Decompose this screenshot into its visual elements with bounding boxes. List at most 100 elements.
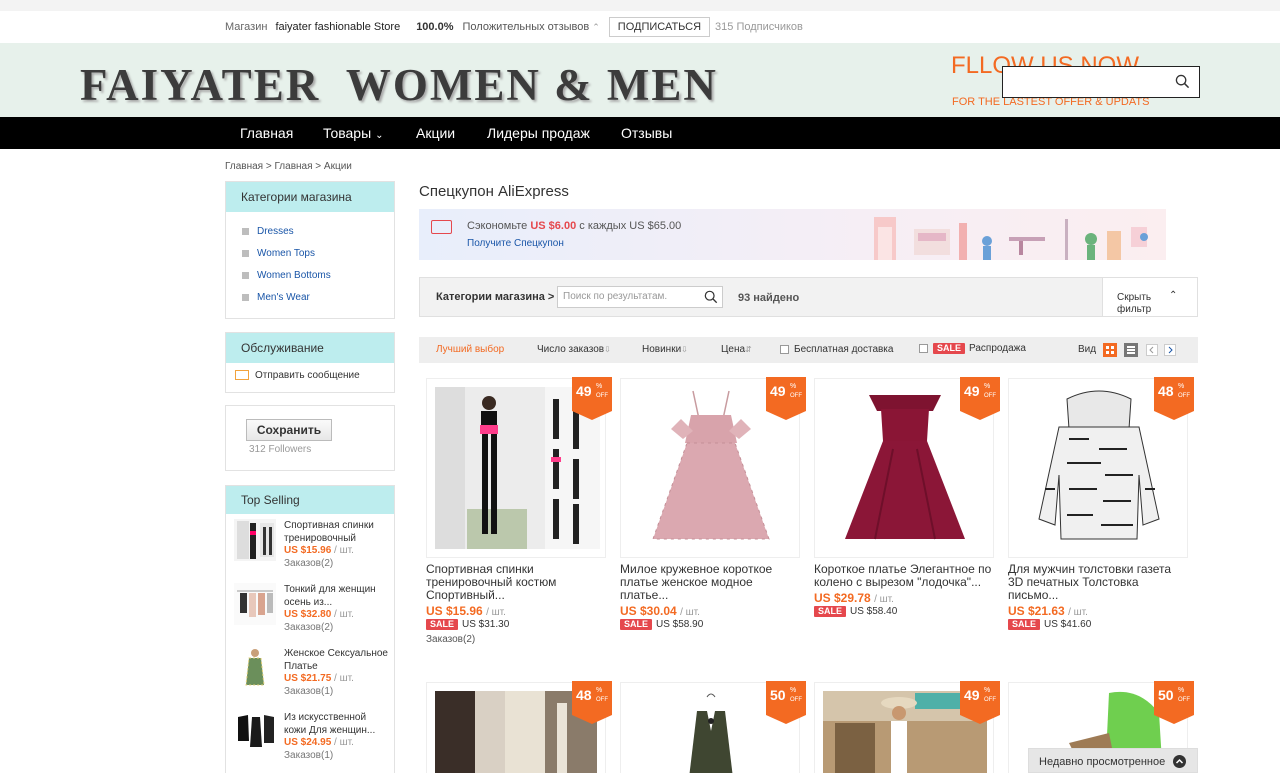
store-brand-logo[interactable]: FAIYATER WOMEN & MEN: [80, 59, 718, 111]
free-shipping-filter[interactable]: Бесплатная доставка: [780, 344, 893, 355]
sale-filter[interactable]: SALE Распродажа: [919, 343, 1026, 354]
grid-view-icon[interactable]: [1103, 343, 1117, 357]
sale-checkbox[interactable]: [919, 343, 928, 353]
product-old-price: SALE US $31.30: [426, 619, 509, 630]
free-shipping-checkbox[interactable]: [780, 344, 789, 354]
view-label: Вид: [1078, 344, 1097, 355]
category-women-bottoms[interactable]: Women Bottoms: [242, 270, 331, 281]
chevron-up-icon: ⌃: [1169, 290, 1178, 301]
product-title[interactable]: Милое кружевное короткое платье женское …: [620, 563, 800, 602]
top-selling-title-text[interactable]: Тонкий для женщин осень из...: [284, 583, 388, 609]
nav-products-label: Товары: [323, 125, 372, 141]
results-count: 93 найдено: [738, 292, 800, 304]
svg-text:OFF: OFF: [790, 393, 802, 399]
search-icon[interactable]: [704, 290, 718, 304]
filter-bar: Категории магазина > Поиск по результата…: [419, 277, 1198, 317]
top-selling-title-text[interactable]: Спортивная спинки тренировочный: [284, 519, 388, 545]
top-selling-item[interactable]: Тонкий для женщин осень из... US $32.80 …: [234, 583, 390, 645]
search-in-results-placeholder: Поиск по результатам.: [563, 291, 668, 302]
filter-categories-label[interactable]: Категории магазина >: [436, 291, 554, 303]
banner-search-input[interactable]: [1002, 66, 1200, 98]
svg-text:%: %: [984, 687, 990, 694]
category-label: Dresses: [257, 226, 294, 237]
product-price: US $30.04 / шт.: [620, 604, 700, 618]
top-selling-title-text[interactable]: Из искусственной кожи Для женщин...: [284, 711, 388, 737]
category-mens-wear[interactable]: Men's Wear: [242, 292, 310, 303]
sort-best-match[interactable]: Лучший выбор: [436, 344, 504, 355]
sort-price[interactable]: Цена⇵: [721, 344, 752, 355]
svg-text:%: %: [1178, 383, 1184, 390]
sort-orders[interactable]: Число заказов⇩: [537, 344, 611, 355]
hide-filter-button[interactable]: Скрыть фильтр ⌃: [1102, 278, 1197, 316]
recently-viewed-label: Недавно просмотренное: [1039, 756, 1166, 768]
store-name-link[interactable]: faiyater fashionable Store: [275, 21, 400, 33]
sale-badge: SALE: [933, 343, 966, 354]
sort-arrows-icon: ⇵: [745, 345, 752, 354]
product-card[interactable]: 48% OFF: [426, 681, 612, 773]
product-card[interactable]: 49% OFF Милое кружевное короткое платье ж…: [620, 377, 806, 648]
svg-text:%: %: [596, 383, 602, 390]
discount-badge: 49 % OFF: [766, 377, 806, 420]
top-selling-orders: Заказов(1): [284, 686, 334, 697]
category-label: Men's Wear: [257, 292, 310, 303]
nav-reviews[interactable]: Отзывы: [621, 125, 672, 141]
chevron-up-icon[interactable]: ⌃: [592, 22, 600, 33]
sort-newest[interactable]: Новинки⇩: [642, 344, 688, 355]
positive-feedback-label[interactable]: Положительных отзывов: [463, 21, 590, 33]
product-title[interactable]: Спортивная спинки тренировочный костюм С…: [426, 563, 606, 602]
sidebar-top-selling: Top Selling Спортивная спинки тренировоч…: [225, 485, 395, 773]
nav-home[interactable]: Главная: [240, 125, 293, 141]
store-label: Магазин: [225, 21, 268, 33]
discount-badge: 49 % OFF: [960, 681, 1000, 724]
search-in-results-input[interactable]: Поиск по результатам.: [557, 286, 723, 308]
store-topbar: Магазин faiyater fashionable Store 100.0…: [0, 0, 1280, 43]
list-view-icon[interactable]: [1124, 343, 1138, 357]
product-card[interactable]: 49% OFF Спортивная спинки тренировочный к…: [426, 377, 612, 648]
search-icon[interactable]: [1175, 74, 1190, 89]
hide-filter-label: Скрыть фильтр: [1117, 292, 1152, 315]
svg-text:%: %: [790, 687, 796, 694]
coupon-icon: [431, 220, 452, 234]
top-selling-orders: Заказов(2): [284, 558, 334, 569]
svg-text:48: 48: [576, 687, 592, 703]
sort-orders-label: Число заказов: [537, 344, 605, 355]
category-women-tops[interactable]: Women Tops: [242, 248, 315, 259]
breadcrumb[interactable]: Главная > Главная > Акции: [225, 161, 352, 172]
chevron-up-circle-icon[interactable]: [1173, 755, 1186, 768]
product-card[interactable]: 49% OFF: [814, 681, 1000, 773]
discount-badge: 49 % OFF: [572, 377, 612, 420]
save-store-button[interactable]: Сохранить: [246, 419, 332, 441]
product-thumbnail[interactable]: [234, 519, 276, 561]
product-card[interactable]: 50% OFF: [620, 681, 806, 773]
product-thumbnail[interactable]: [234, 711, 276, 753]
product-title[interactable]: Для мужчин толстовки газета 3D печатных …: [1008, 563, 1188, 602]
envelope-icon: [235, 370, 249, 381]
get-coupon-link[interactable]: Получите Спецкупон: [467, 238, 564, 249]
subscribe-button[interactable]: ПОДПИСАТЬСЯ: [608, 17, 711, 37]
product-title[interactable]: Короткое платье Элегантное по колено с в…: [814, 563, 994, 589]
coupon-text: Сэкономьте US $6.00 с каждых US $65.00: [467, 220, 682, 232]
send-message-link[interactable]: Отправить сообщение: [235, 370, 360, 381]
nav-bestsellers[interactable]: Лидеры продаж: [487, 125, 590, 141]
svg-text:OFF: OFF: [984, 697, 996, 703]
recently-viewed-toggle[interactable]: Недавно просмотренное: [1028, 748, 1198, 773]
svg-text:49: 49: [964, 687, 980, 703]
category-dresses[interactable]: Dresses: [242, 226, 294, 237]
svg-text:%: %: [596, 687, 602, 694]
svg-text:OFF: OFF: [790, 697, 802, 703]
product-card[interactable]: 48% OFF Для мужчин толстовки газета 3D пе…: [1008, 377, 1194, 648]
nav-products[interactable]: Товары ⌄: [323, 125, 383, 141]
coupon-banner[interactable]: Сэкономьте US $6.00 с каждых US $65.00 П…: [419, 209, 1166, 260]
top-selling-item[interactable]: Женское Сексуальное Платье US $21.75 / ш…: [234, 647, 390, 709]
product-thumbnail[interactable]: [234, 583, 276, 625]
sort-bar: Лучший выбор Число заказов⇩ Новинки⇩ Цен…: [419, 337, 1198, 363]
nav-promotions[interactable]: Акции: [416, 125, 455, 141]
prev-page-icon[interactable]: [1146, 344, 1158, 356]
product-thumbnail[interactable]: [234, 647, 276, 689]
top-selling-item[interactable]: Из искусственной кожи Для женщин... US $…: [234, 711, 390, 773]
next-page-icon[interactable]: [1164, 344, 1176, 356]
product-card[interactable]: 49% OFF Короткое платье Элегантное по кол…: [814, 377, 1000, 648]
bullet-icon: [242, 293, 249, 301]
top-selling-title-text[interactable]: Женское Сексуальное Платье: [284, 647, 388, 673]
top-selling-item[interactable]: Спортивная спинки тренировочный US $15.9…: [234, 519, 390, 581]
